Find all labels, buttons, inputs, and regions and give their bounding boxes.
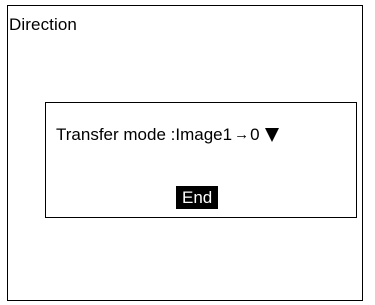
transfer-mode-label: Transfer mode : bbox=[56, 125, 176, 144]
transfer-mode-dialog: Transfer mode : Image1 → 0 End bbox=[45, 102, 357, 218]
direction-panel: Direction Transfer mode : Image1 → 0 End bbox=[7, 5, 363, 301]
end-button[interactable]: End bbox=[176, 186, 219, 209]
triangle-down-icon[interactable] bbox=[264, 128, 279, 142]
transfer-mode-target: 0 bbox=[250, 125, 260, 144]
transfer-mode-value[interactable]: Image1 → 0 bbox=[175, 124, 259, 146]
right-arrow-icon: → bbox=[234, 126, 250, 143]
transfer-mode-source: Image1 bbox=[175, 125, 233, 144]
panel-title: Direction bbox=[9, 15, 77, 34]
transfer-mode-setting[interactable]: Transfer mode : Image1 → 0 bbox=[56, 124, 279, 146]
